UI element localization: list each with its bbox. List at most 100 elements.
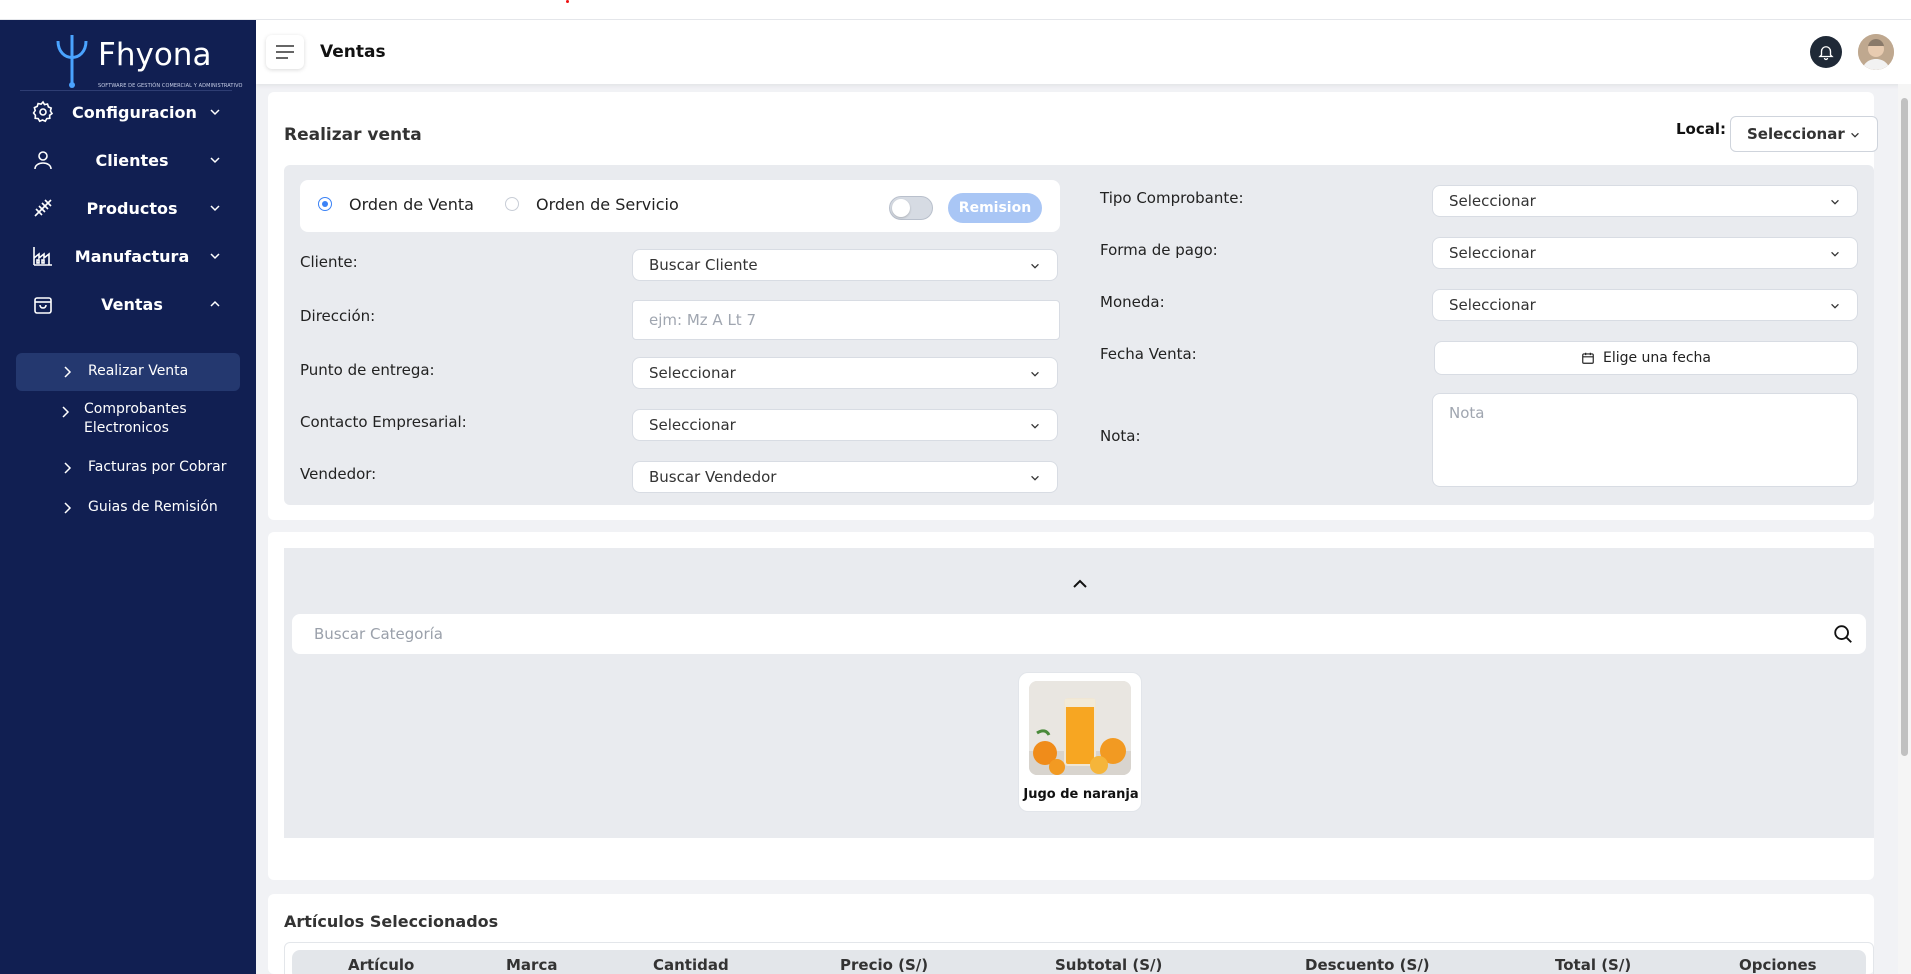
sidebar-subitem-label: Realizar Venta <box>88 363 189 379</box>
forma-pago-value: Seleccionar <box>1449 244 1536 262</box>
top-header: Ventas <box>256 20 1911 84</box>
radio-orden-venta[interactable] <box>318 197 332 211</box>
sidebar-divider <box>20 90 232 91</box>
nota-label: Nota: <box>1100 427 1141 445</box>
sidebar-item-ventas[interactable]: Ventas <box>0 284 256 324</box>
sidebar: Fhyona SOFTWARE DE GESTIÓN COMERCIAL Y A… <box>0 20 256 974</box>
sidebar-item-label: Manufactura <box>74 246 190 266</box>
forma-pago-label: Forma de pago: <box>1100 241 1218 259</box>
menu-toggle-button[interactable] <box>266 35 304 69</box>
punto-entrega-label: Punto de entrega: <box>300 361 435 379</box>
nota-textarea[interactable]: Nota <box>1432 393 1858 487</box>
sidebar-item-label: Ventas <box>101 294 163 314</box>
vendedor-select[interactable]: Buscar Vendedor <box>632 461 1058 493</box>
direccion-label: Dirección: <box>300 307 376 325</box>
chevron-right-icon <box>64 366 72 378</box>
column-header-articulo: Artículo <box>348 956 415 974</box>
tipo-comprobante-label: Tipo Comprobante: <box>1100 189 1244 207</box>
radio-orden-servicio[interactable] <box>505 197 519 211</box>
chevron-up-icon <box>1073 579 1087 588</box>
sidebar-item-manufactura[interactable]: Manufactura <box>0 236 256 276</box>
sidebar-item-label: Configuracion <box>72 102 197 122</box>
search-icon[interactable] <box>1832 623 1854 645</box>
sidebar-item-productos[interactable]: Productos <box>0 188 256 228</box>
local-select[interactable]: Seleccionar <box>1730 116 1878 152</box>
sidebar-subitem-label: Guias de Remisión <box>88 499 218 515</box>
sidebar-subitem-realizar-venta[interactable]: Realizar Venta <box>16 353 240 391</box>
category-search-placeholder: Buscar Categoría <box>314 625 443 643</box>
product-card[interactable]: Jugo de naranja <box>1018 672 1142 812</box>
column-header-total: Total (S/) <box>1555 956 1632 974</box>
chevron-down-icon <box>1851 132 1859 138</box>
fecha-venta-value: Elige una fecha <box>1602 350 1712 366</box>
remision-button[interactable]: Remision <box>948 193 1042 223</box>
sidebar-subitem-comprobantes[interactable]: Comprobantes Electronicos <box>0 400 256 442</box>
punto-entrega-value: Seleccionar <box>649 364 736 382</box>
gear-icon <box>30 99 56 125</box>
moneda-label: Moneda: <box>1100 293 1165 311</box>
sidebar-subitem-facturas[interactable]: Facturas por Cobrar <box>0 457 256 479</box>
sidebar-item-configuracion[interactable]: Configuracion <box>0 92 256 132</box>
nota-placeholder: Nota <box>1449 404 1485 422</box>
direccion-input[interactable]: ejm: Mz A Lt 7 <box>632 300 1060 340</box>
logo-icon <box>56 35 88 88</box>
direccion-placeholder: ejm: Mz A Lt 7 <box>649 311 756 329</box>
logo[interactable]: Fhyona SOFTWARE DE GESTIÓN COMERCIAL Y A… <box>52 33 243 89</box>
punto-entrega-select[interactable]: Seleccionar <box>632 357 1058 389</box>
notifications-button[interactable] <box>1810 36 1842 68</box>
collapse-catalog-button[interactable] <box>1070 574 1090 594</box>
category-search-input[interactable]: Buscar Categoría <box>292 614 1866 654</box>
sidebar-item-label: Productos <box>86 198 178 218</box>
chevron-down-icon <box>1031 371 1039 377</box>
sidebar-item-label: Clientes <box>95 150 169 170</box>
sale-form-title: Realizar venta <box>284 125 422 145</box>
chevron-down-icon <box>1831 199 1839 205</box>
factory-icon <box>30 243 56 269</box>
moneda-select[interactable]: Seleccionar <box>1432 289 1858 321</box>
fecha-venta-button[interactable]: Elige una fecha <box>1434 341 1858 375</box>
forma-pago-select[interactable]: Seleccionar <box>1432 237 1858 269</box>
contacto-value: Seleccionar <box>649 416 736 434</box>
sidebar-item-clientes[interactable]: Clientes <box>0 140 256 180</box>
radio-orden-servicio-label: Orden de Servicio <box>536 195 679 214</box>
user-avatar-image <box>1858 34 1894 70</box>
chevron-down-icon <box>1031 263 1039 269</box>
chevron-right-icon <box>64 502 72 514</box>
calendar-icon <box>1582 352 1594 364</box>
cliente-select[interactable]: Buscar Cliente <box>632 249 1058 281</box>
column-header-subtotal: Subtotal (S/) <box>1055 956 1163 974</box>
product-image <box>1029 681 1131 775</box>
red-dot <box>566 0 569 3</box>
moneda-value: Seleccionar <box>1449 296 1536 314</box>
radio-orden-venta-label: Orden de Venta <box>349 195 474 214</box>
bell-icon <box>1818 46 1834 61</box>
logo-text: Fhyona <box>98 37 212 73</box>
column-header-opciones: Opciones <box>1739 956 1817 974</box>
selected-items-title: Artículos Seleccionados <box>284 912 499 931</box>
chevron-down-icon <box>1031 475 1039 481</box>
vendedor-label: Vendedor: <box>300 465 377 483</box>
sidebar-subitem-guias[interactable]: Guias de Remisión <box>0 497 256 519</box>
local-select-value: Seleccionar <box>1747 125 1845 143</box>
products-icon <box>30 195 56 221</box>
contacto-select[interactable]: Seleccionar <box>632 409 1058 441</box>
column-header-marca: Marca <box>506 956 558 974</box>
cliente-select-value: Buscar Cliente <box>649 256 758 274</box>
sidebar-subitem-label: Facturas por Cobrar <box>88 459 227 475</box>
tipo-comprobante-select[interactable]: Seleccionar <box>1432 185 1858 217</box>
avatar[interactable] <box>1858 34 1894 70</box>
shopping-bag-icon <box>30 291 56 317</box>
remision-toggle[interactable] <box>889 196 933 220</box>
chevron-down-icon <box>210 205 220 212</box>
browser-top-strip <box>0 0 1911 20</box>
chevron-up-icon <box>210 300 220 307</box>
tipo-comprobante-value: Seleccionar <box>1449 192 1536 210</box>
chevron-down-icon <box>1831 251 1839 257</box>
page-title: Ventas <box>320 42 386 62</box>
contacto-label: Contacto Empresarial: <box>300 413 467 431</box>
page-scrollbar-thumb[interactable] <box>1901 98 1908 756</box>
column-header-cantidad: Cantidad <box>653 956 729 974</box>
hamburger-icon <box>276 45 294 59</box>
table-header: Artículo Marca Cantidad Precio (S/) Subt… <box>292 950 1866 974</box>
chevron-down-icon <box>210 253 220 260</box>
